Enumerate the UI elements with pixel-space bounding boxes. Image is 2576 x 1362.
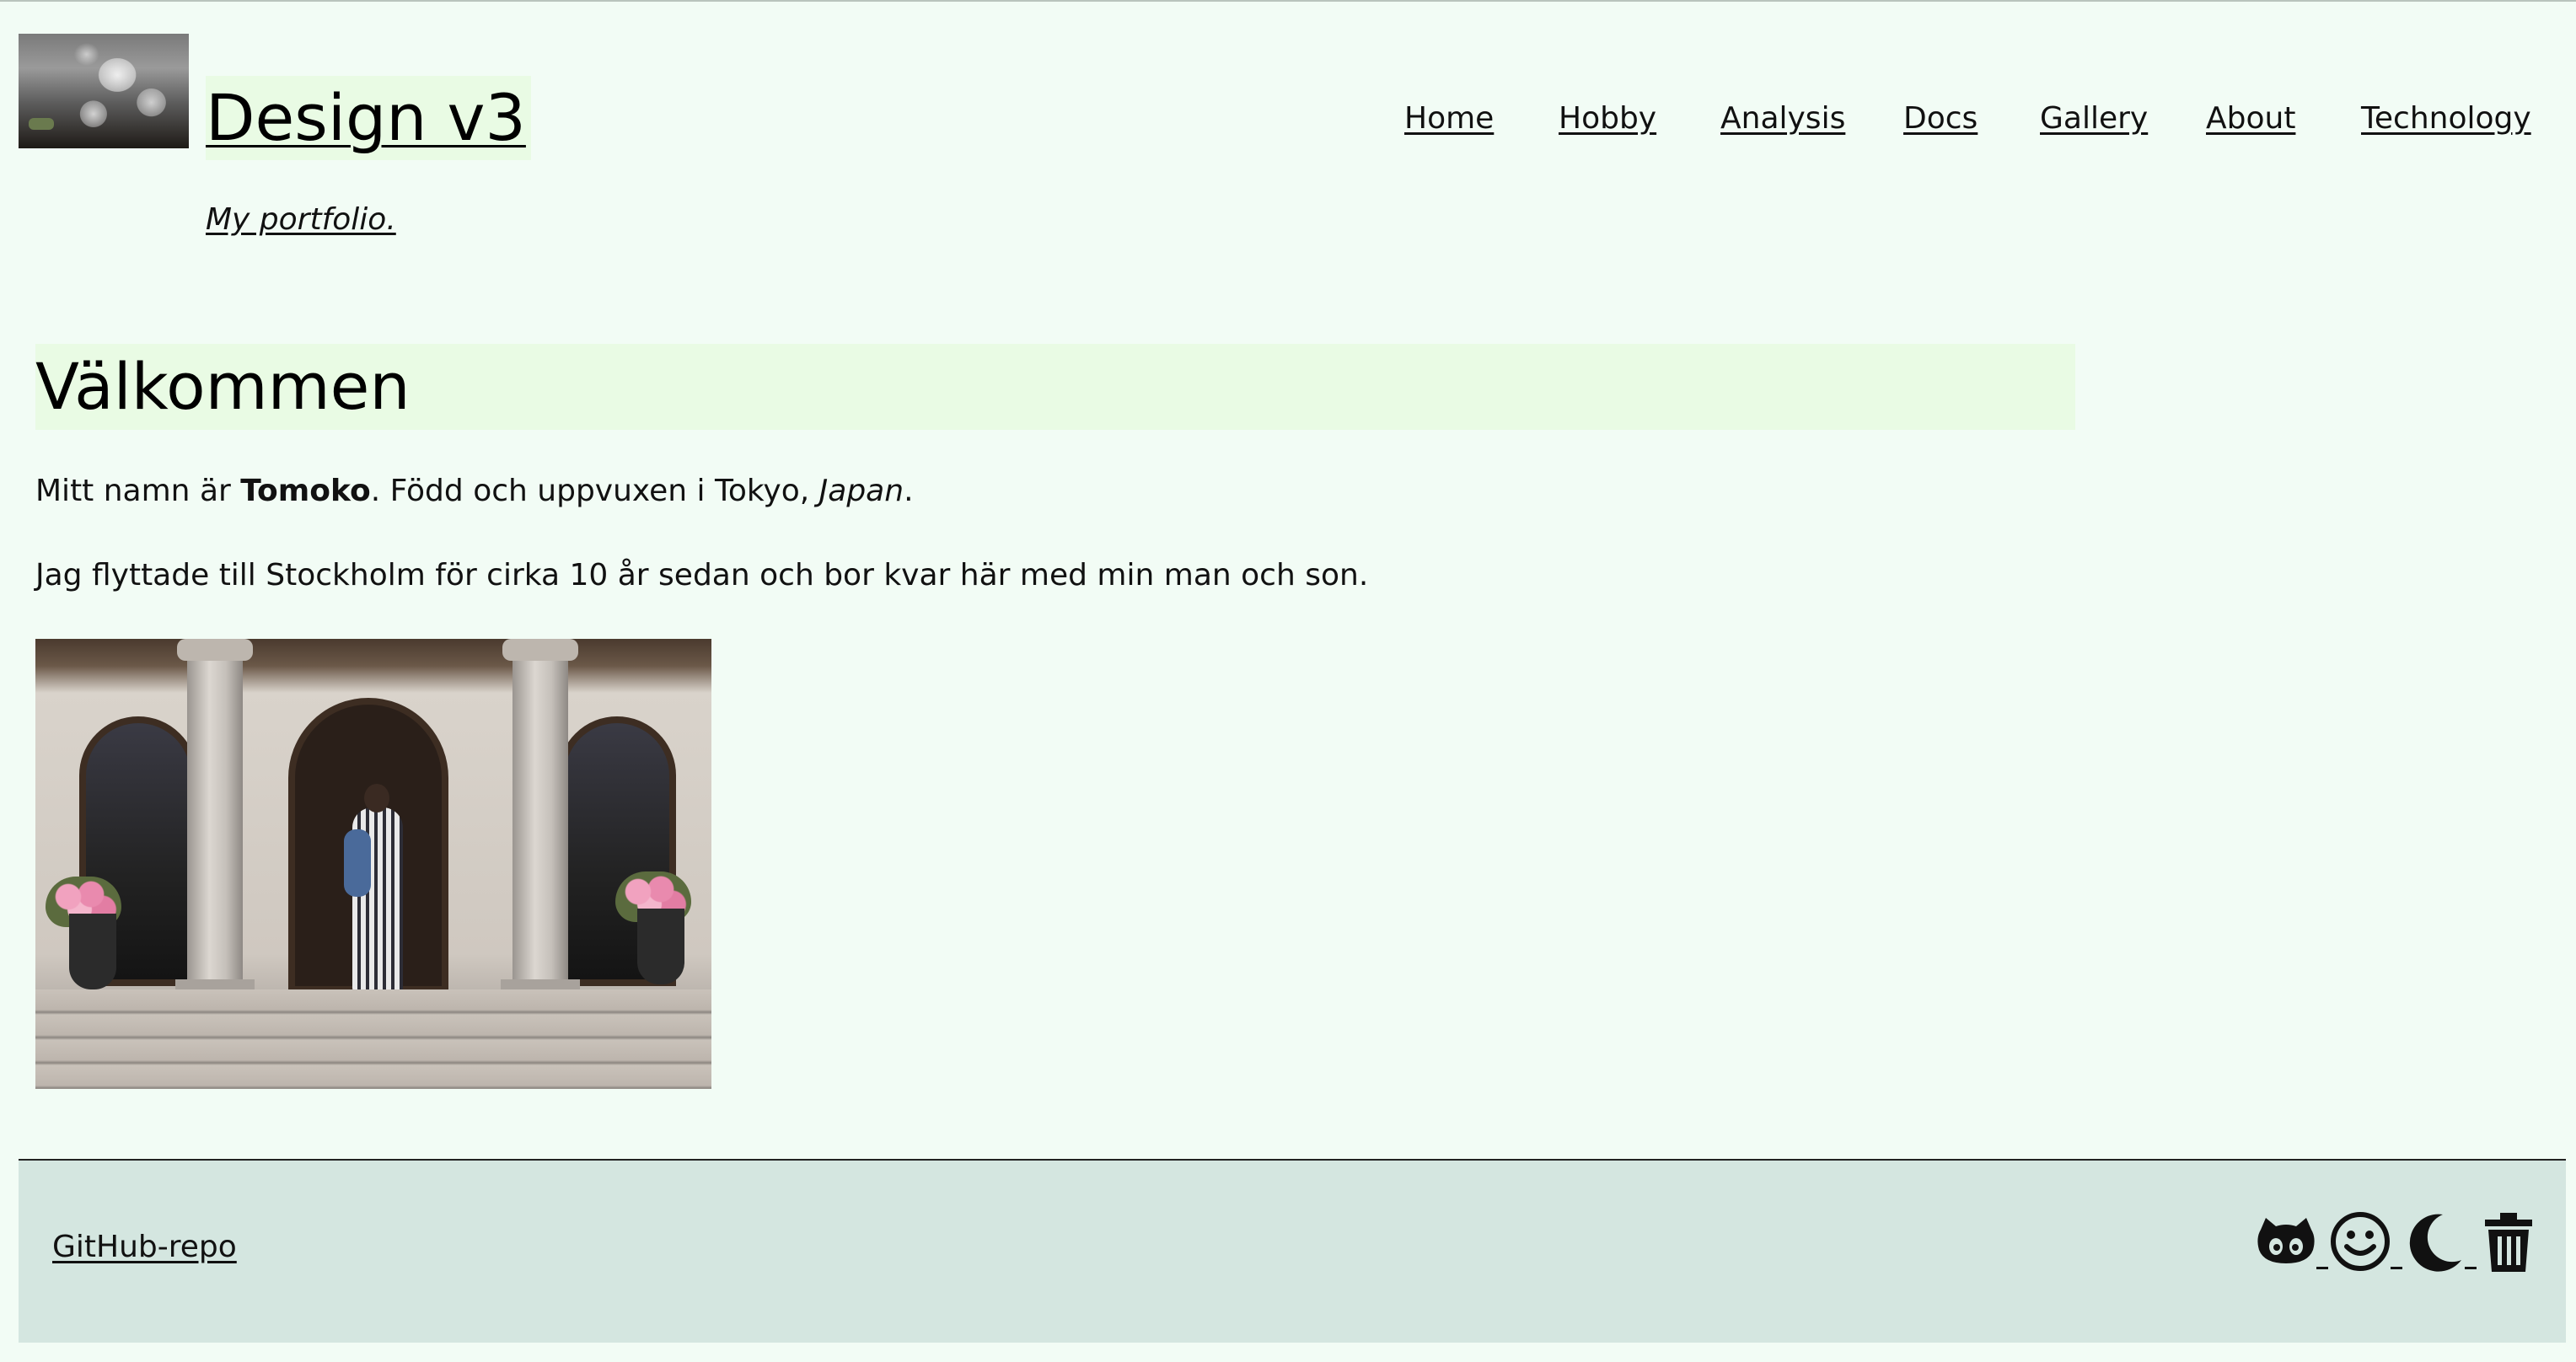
site-header: Design v3 My portfolio. Home Hobby Analy… [0,0,2576,270]
photo-urn-left [69,914,116,989]
github-icon[interactable] [2252,1208,2320,1275]
nav-link-about[interactable]: About [2206,98,2295,140]
nav-link-hobby[interactable]: Hobby [1559,98,1656,140]
nav-link-analysis[interactable]: Analysis [1720,98,1845,140]
intro-middle: . Född och uppvuxen i Tokyo, [370,474,819,508]
intro-suffix: . [904,474,914,508]
intro-paragraph: Mitt namn är Tomoko. Född och uppvuxen i… [35,470,914,512]
page-heading: Välkommen [35,349,411,424]
nav-link-gallery[interactable]: Gallery [2040,98,2148,140]
photo-child [344,829,371,897]
site-tagline[interactable]: My portfolio. [206,202,396,237]
photo-urn-right [637,909,684,984]
nav-link-docs[interactable]: Docs [1903,98,1978,140]
site-footer: GitHub-repo [19,1159,2566,1343]
intro-prefix: Mitt namn är [35,474,241,508]
github-repo-link[interactable]: GitHub-repo [52,1226,237,1268]
portrait-photo [35,639,711,1089]
intro-name: Tomoko [240,474,371,508]
photo-column-right [501,639,580,1000]
second-paragraph: Jag flyttade till Stockholm för cirka 10… [35,558,1369,593]
nav-link-technology[interactable]: Technology [2361,98,2531,140]
main-nav: Home Hobby Analysis Docs Gallery About T… [0,98,2576,140]
trash-icon[interactable] [2475,1208,2542,1275]
smiley-icon[interactable] [2326,1208,2394,1275]
photo-column-left [175,639,255,1000]
moon-icon[interactable] [2401,1208,2468,1275]
photo-person-head [364,784,389,812]
nav-link-home[interactable]: Home [1404,98,1494,140]
photo-steps [35,989,711,1089]
intro-country: Japan [818,474,904,508]
